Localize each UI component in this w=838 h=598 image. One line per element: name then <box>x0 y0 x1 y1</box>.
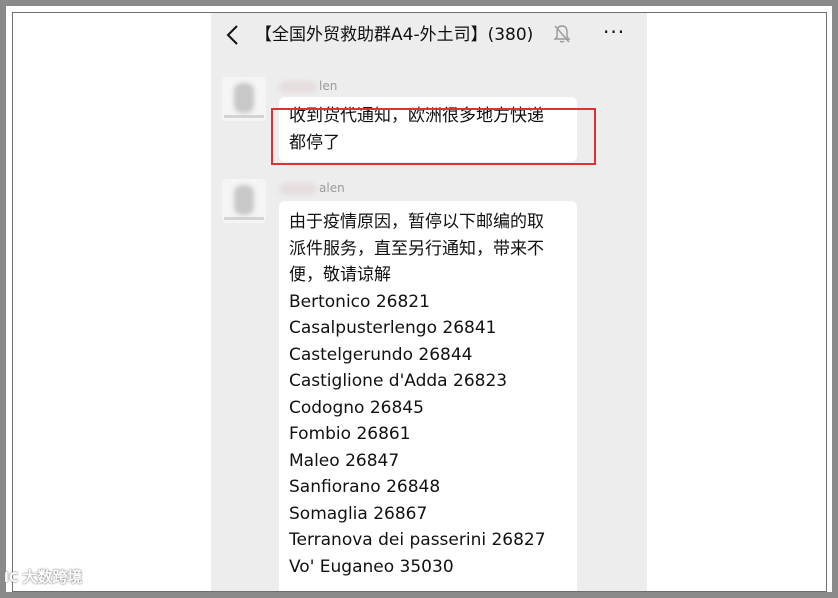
postcode-line: Bertonico 26821 <box>289 291 430 312</box>
avatar[interactable] <box>222 179 266 223</box>
postcode-line: Castiglione d'Adda 26823 <box>289 371 508 391</box>
chat-window: 【全国外贸救助群A4-外土司】(380) ··· len 收到货代通知，欧洲很多… <box>211 13 647 591</box>
screenshot-frame: 【全国外贸救助群A4-外土司】(380) ··· len 收到货代通知，欧洲很多… <box>0 0 838 598</box>
postcode-line: Somaglia 26867 <box>289 503 428 524</box>
postcode-line: Castelgerundo 26844 <box>289 344 473 365</box>
chat-header: 【全国外贸救助群A4-外土司】(380) ··· <box>211 13 647 57</box>
highlight-annotation-box <box>271 108 596 165</box>
message-text: 由于疫情原因，暂停以下邮编的取 <box>289 212 544 232</box>
chevron-left-icon[interactable] <box>223 23 243 47</box>
screenshot-inner-frame: 【全国外贸救助群A4-外土司】(380) ··· len 收到货代通知，欧洲很多… <box>12 12 827 592</box>
postcode-line: Maleo 26847 <box>289 450 400 471</box>
watermark: IC 大数跨境 <box>4 568 83 586</box>
message-bubble[interactable]: 由于疫情原因，暂停以下邮编的取 派件服务，直至另行通知，带来不 便，敬请谅解 B… <box>279 201 577 591</box>
more-dots-icon[interactable]: ··· <box>603 22 629 45</box>
postcode-line: Fombio 26861 <box>289 424 411 444</box>
postcode-line: Codogno 26845 <box>289 397 424 418</box>
bell-muted-icon <box>553 25 571 43</box>
avatar[interactable] <box>222 77 266 121</box>
postcode-line: Casalpusterlengo 26841 <box>289 318 497 338</box>
postcode-line: Vo' Euganeo 35030 <box>289 556 454 577</box>
postcode-line: Terranova dei passerini 26827 <box>289 530 546 550</box>
message-text: 便，敬请谅解 <box>289 265 391 285</box>
chat-title: 【全国外贸救助群A4-外土司】(380) <box>255 25 534 45</box>
sender-name: len <box>279 79 337 95</box>
message-text: 派件服务，直至另行通知，带来不 <box>289 238 544 259</box>
sender-name: alen <box>279 181 345 197</box>
postcode-line: Sanfiorano 26848 <box>289 477 441 497</box>
